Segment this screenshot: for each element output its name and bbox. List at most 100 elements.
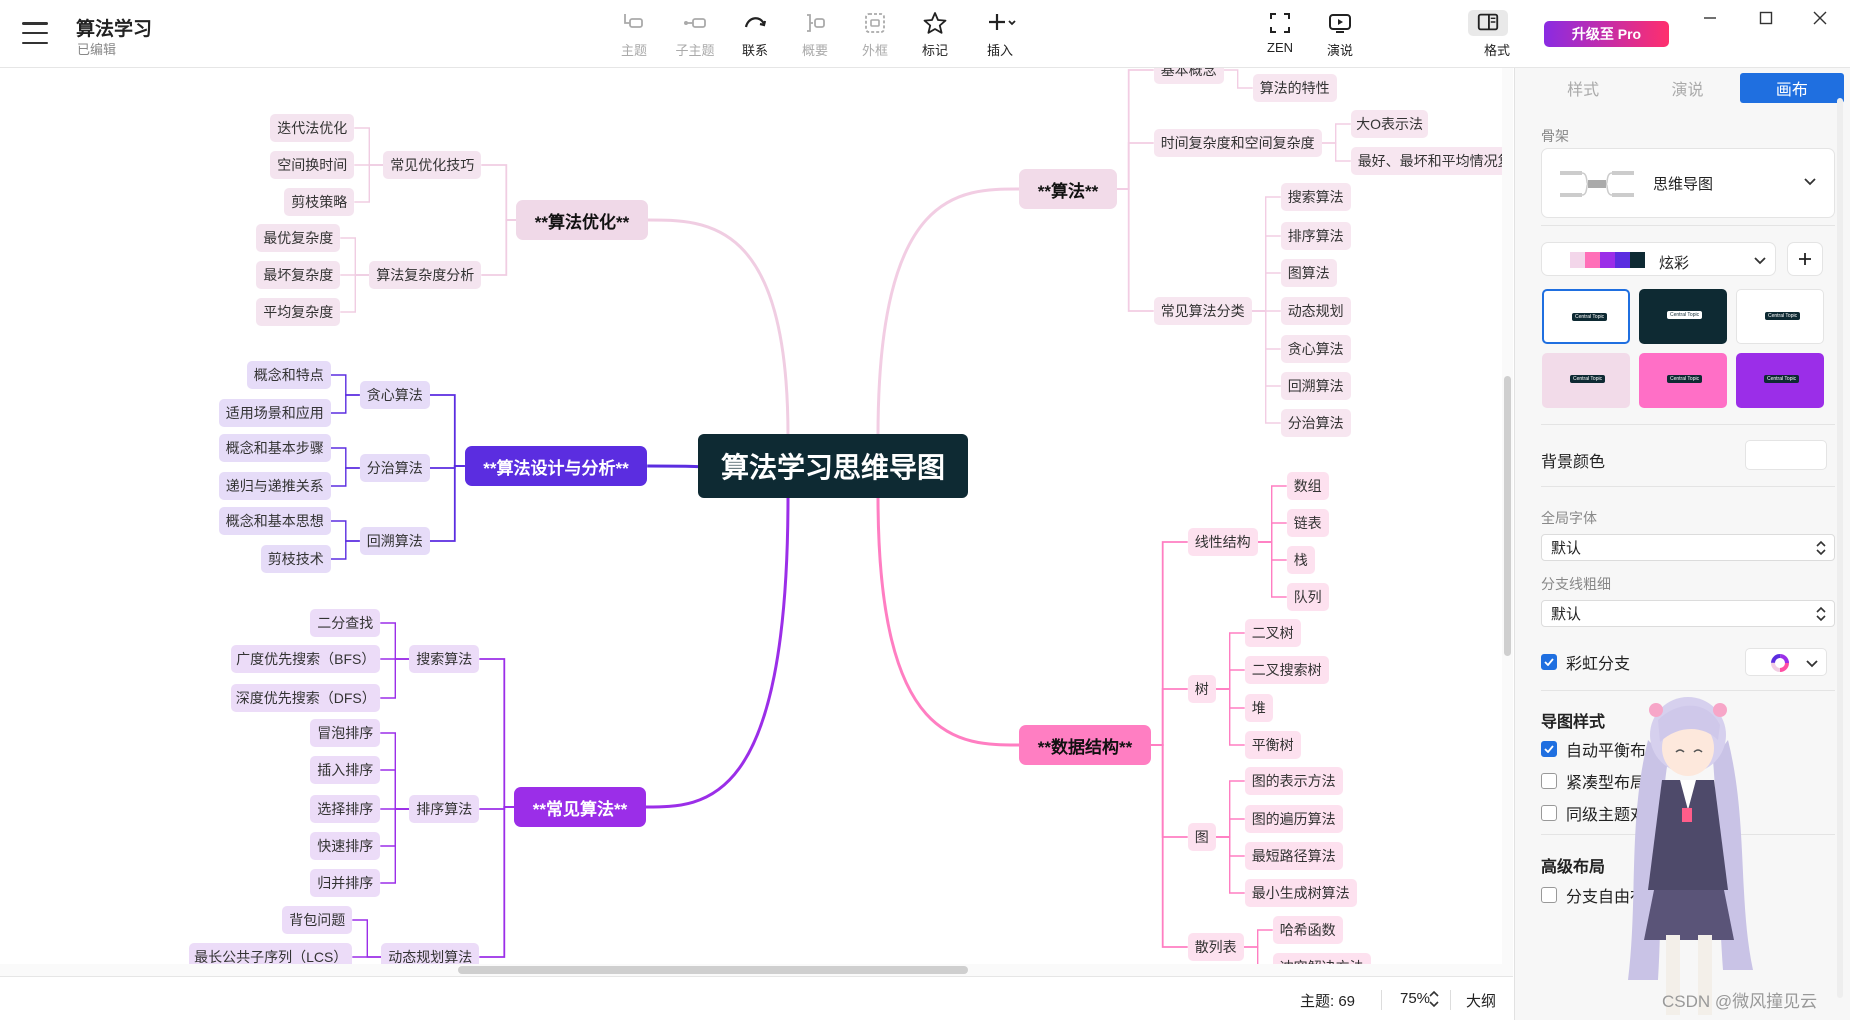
tab-present[interactable]: 演说 — [1635, 73, 1739, 103]
leaf-topic[interactable]: 平均复杂度 — [256, 298, 341, 326]
toolbar-boundary-button[interactable]: 外框 — [845, 10, 905, 59]
checkbox[interactable] — [1541, 741, 1557, 757]
subtopic[interactable]: 算法复杂度分析 — [369, 261, 482, 289]
theme-thumbnail-3[interactable]: Central Topic — [1736, 289, 1824, 344]
leaf-topic[interactable]: 冒泡排序 — [310, 719, 381, 747]
leaf-topic[interactable]: 快速排序 — [310, 832, 381, 860]
leaf-topic[interactable]: 搜索算法 — [1280, 183, 1351, 211]
leaf-topic[interactable]: 数组 — [1286, 472, 1329, 500]
subtopic[interactable]: 搜索算法 — [409, 645, 480, 673]
leaf-topic[interactable]: 链表 — [1286, 509, 1329, 537]
subtopic[interactable]: 分治算法 — [359, 454, 430, 482]
leaf-topic[interactable]: 最优复杂度 — [256, 224, 341, 252]
main-topic[interactable]: **算法设计与分析** — [464, 446, 648, 486]
checkbox[interactable] — [1541, 887, 1557, 903]
leaf-topic[interactable]: 剪枝策略 — [284, 188, 355, 216]
leaf-topic[interactable]: 二叉搜索树 — [1244, 656, 1329, 684]
theme-thumbnail-6[interactable]: Central Topic — [1736, 353, 1824, 408]
leaf-topic[interactable]: 图的表示方法 — [1244, 767, 1343, 795]
subtopic[interactable]: 常见优化技巧 — [383, 151, 482, 179]
leaf-topic[interactable]: 大O表示法 — [1350, 110, 1429, 138]
toolbar-topic-button[interactable]: 主题 — [604, 10, 664, 59]
leaf-topic[interactable]: 二叉树 — [1244, 619, 1301, 647]
horizontal-scrollbar[interactable] — [0, 964, 1513, 976]
main-topic[interactable]: **常见算法** — [514, 787, 646, 827]
leaf-topic[interactable]: 平衡树 — [1244, 731, 1301, 759]
leaf-topic[interactable]: 概念和特点 — [246, 361, 331, 389]
subtopic[interactable]: 线性结构 — [1187, 528, 1258, 556]
subtopic[interactable]: 图 — [1187, 823, 1216, 851]
scroll-thumb[interactable] — [458, 966, 968, 974]
leaf-topic[interactable]: 概念和基本思想 — [218, 507, 331, 535]
leaf-topic[interactable]: 空间换时间 — [270, 151, 355, 179]
toolbar-present-button[interactable]: 演说 — [1310, 10, 1370, 59]
rainbow-branch-checkbox[interactable]: 彩虹分支 — [1541, 650, 1630, 674]
leaf-topic[interactable]: 算法的特性 — [1252, 74, 1337, 102]
leaf-topic[interactable]: 分治算法 — [1280, 409, 1351, 437]
subtopic[interactable]: 贪心算法 — [359, 381, 430, 409]
upgrade-pro-button[interactable]: 升级至 Pro — [1544, 21, 1669, 47]
scroll-thumb[interactable] — [1504, 376, 1511, 656]
minimize-button[interactable] — [1690, 4, 1730, 32]
panel-scrollbar[interactable] — [1837, 98, 1843, 998]
leaf-topic[interactable]: 选择排序 — [310, 795, 381, 823]
subtopic[interactable]: 排序算法 — [409, 795, 480, 823]
checkbox[interactable] — [1541, 654, 1557, 670]
central-topic[interactable]: 算法学习思维导图 — [698, 434, 968, 498]
leaf-topic[interactable]: 堆 — [1244, 694, 1273, 722]
leaf-topic[interactable]: 最坏复杂度 — [256, 261, 341, 289]
toolbar-zen-button[interactable]: ZEN — [1250, 10, 1310, 55]
leaf-topic[interactable]: 最短路径算法 — [1244, 842, 1343, 870]
zoom-stepper-icon[interactable] — [1428, 988, 1440, 1010]
menu-icon[interactable] — [22, 22, 48, 44]
global-font-select[interactable]: 默认 — [1541, 534, 1835, 561]
tab-style[interactable]: 样式 — [1531, 73, 1635, 103]
leaf-topic[interactable]: 插入排序 — [310, 756, 381, 784]
leaf-topic[interactable]: 背包问题 — [282, 906, 353, 934]
toolbar-marker-button[interactable]: 标记 — [905, 10, 965, 59]
subtopic[interactable]: 散列表 — [1187, 933, 1244, 961]
subtopic[interactable]: 树 — [1187, 675, 1216, 703]
toolbar-subtopic-button[interactable]: 子主题 — [665, 10, 725, 59]
leaf-topic[interactable]: 深度优先搜索（DFS） — [231, 684, 381, 712]
toolbar-relationship-button[interactable]: 联系 — [725, 10, 785, 59]
theme-thumbnail-5[interactable]: Central Topic — [1639, 353, 1727, 408]
leaf-topic[interactable]: 广度优先搜索（BFS） — [231, 645, 381, 673]
leaf-topic[interactable]: 图算法 — [1280, 259, 1337, 287]
rainbow-color-select[interactable] — [1745, 648, 1827, 676]
leaf-topic[interactable]: 排序算法 — [1280, 222, 1351, 250]
toolbar-format-button[interactable] — [1468, 10, 1508, 36]
subtopic[interactable]: 时间复杂度和空间复杂度 — [1153, 129, 1322, 157]
vertical-scrollbar[interactable] — [1502, 68, 1513, 964]
leaf-topic[interactable]: 冲突解决方法 — [1272, 953, 1371, 964]
leaf-topic[interactable]: 最小生成树算法 — [1244, 879, 1357, 907]
main-topic[interactable]: **数据结构** — [1019, 725, 1151, 765]
skeleton-select[interactable]: 思维导图 — [1541, 148, 1835, 218]
leaf-topic[interactable]: 贪心算法 — [1280, 335, 1351, 363]
document-title[interactable]: 算法学习 — [76, 14, 152, 41]
leaf-topic[interactable]: 队列 — [1286, 583, 1329, 611]
maximize-button[interactable] — [1746, 4, 1786, 32]
theme-thumbnail-4[interactable]: Central Topic — [1542, 353, 1630, 408]
subtopic[interactable]: 动态规划算法 — [381, 943, 480, 964]
leaf-topic[interactable]: 哈希函数 — [1272, 916, 1343, 944]
subtopic[interactable]: 回溯算法 — [359, 527, 430, 555]
background-color-picker[interactable] — [1745, 440, 1827, 470]
leaf-topic[interactable]: 最好、最坏和平均情况复杂度 — [1350, 147, 1513, 175]
theme-thumbnail-2[interactable]: Central Topic — [1639, 289, 1727, 344]
leaf-topic[interactable]: 最长公共子序列（LCS） — [189, 943, 353, 964]
subtopic[interactable]: 常见算法分类 — [1153, 297, 1252, 325]
leaf-topic[interactable]: 概念和基本步骤 — [218, 434, 331, 462]
toolbar-insert-button[interactable]: 插入 — [970, 10, 1030, 59]
leaf-topic[interactable]: 栈 — [1286, 546, 1315, 574]
leaf-topic[interactable]: 归并排序 — [310, 869, 381, 897]
main-topic[interactable]: **算法** — [1019, 169, 1117, 209]
toolbar-summary-button[interactable]: 概要 — [785, 10, 845, 59]
zoom-level[interactable]: 75% — [1400, 990, 1430, 1007]
leaf-topic[interactable]: 迭代法优化 — [270, 114, 355, 142]
leaf-topic[interactable]: 递归与递推关系 — [218, 472, 331, 500]
tab-canvas[interactable]: 画布 — [1739, 73, 1844, 103]
checkbox[interactable] — [1541, 773, 1557, 789]
leaf-topic[interactable]: 剪枝技术 — [260, 545, 331, 573]
color-scheme-select[interactable]: 炫彩 — [1541, 242, 1776, 276]
